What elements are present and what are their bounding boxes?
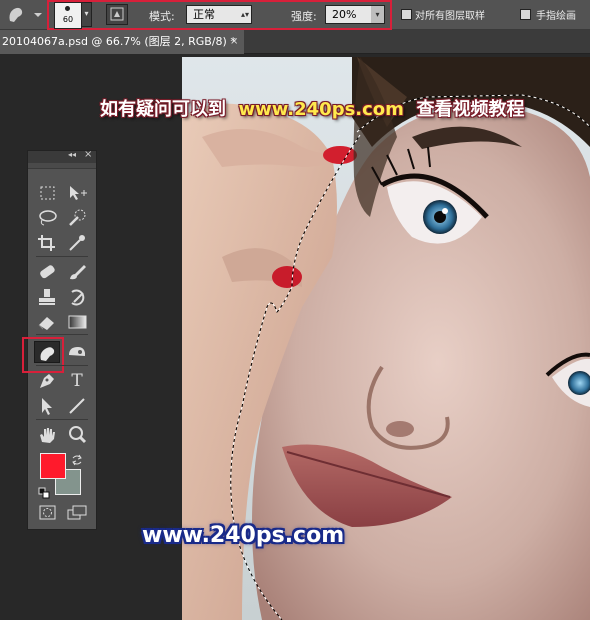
tools-panel: ◂◂ × T <box>22 149 97 530</box>
hand-tool-icon[interactable] <box>34 424 60 446</box>
marquee-tool-icon[interactable] <box>34 182 60 204</box>
tools-divider <box>36 365 88 366</box>
banner-suffix: 查看视频教程 <box>416 99 525 120</box>
crop-tool-icon[interactable] <box>34 232 60 254</box>
history-brush-tool-icon[interactable] <box>64 286 90 308</box>
finger-painting-checkbox[interactable] <box>520 9 531 20</box>
brush-size-picker[interactable]: 60 <box>54 2 82 29</box>
brush-size-value: 60 <box>62 15 74 24</box>
chevron-down-icon: ▾ <box>371 6 384 23</box>
mode-dropdown[interactable]: 正常 ▴▾ <box>186 5 252 24</box>
foreground-color-swatch[interactable] <box>40 453 66 479</box>
smudge-preset-icon <box>9 7 42 22</box>
quick-mask-icon[interactable] <box>34 502 60 524</box>
eyedropper-tool-icon[interactable] <box>64 232 90 254</box>
move-tool-icon[interactable] <box>64 182 90 204</box>
document-title: 20104067a.psd @ 66.7% (图层 2, RGB/8) * <box>2 35 236 48</box>
chevron-updown-icon: ▴▾ <box>240 10 249 19</box>
quick-selection-tool-icon[interactable] <box>64 207 90 229</box>
tools-divider <box>36 256 88 257</box>
gradient-tool-icon[interactable] <box>64 311 90 333</box>
brush-picker-dropdown[interactable]: ▾ <box>81 2 92 27</box>
document-tab-bar: 20104067a.psd @ 66.7% (图层 2, RGB/8) * × <box>0 30 590 54</box>
brush-tool-icon[interactable] <box>64 261 90 283</box>
sample-all-layers-checkbox[interactable] <box>401 9 412 20</box>
mode-value: 正常 <box>193 8 215 21</box>
swap-colors-icon[interactable] <box>71 451 83 466</box>
tools-panel-header[interactable]: ◂◂ × <box>28 149 96 163</box>
banner-prefix: 如有疑问可以到 <box>100 99 226 120</box>
tools-panel-grip[interactable] <box>28 163 96 169</box>
close-icon[interactable]: × <box>230 30 238 54</box>
document-tab[interactable]: 20104067a.psd @ 66.7% (图层 2, RGB/8) * <box>0 30 244 54</box>
type-tool-glyph: T <box>71 371 83 391</box>
default-colors-icon[interactable] <box>38 484 50 499</box>
strength-label: 强度: <box>291 10 317 23</box>
strength-value: 20% <box>332 8 357 21</box>
finger-painting-label: 手指绘画 <box>536 11 576 22</box>
tools-divider <box>36 334 88 335</box>
clone-stamp-tool-icon[interactable] <box>34 286 60 308</box>
collapse-icon[interactable]: ◂◂ <box>68 150 76 159</box>
tools-divider <box>36 419 88 420</box>
close-icon[interactable]: × <box>84 149 92 160</box>
options-bar: 60 ▾ 模式: 正常 ▴▾ 强度: 20% ▾ 对所有图层取样 手指绘画 <box>0 0 590 30</box>
smudge-tool-icon[interactable] <box>34 341 60 363</box>
brush-tip-icon <box>65 6 70 11</box>
brush-panel-icon <box>110 7 124 21</box>
lasso-tool-icon[interactable] <box>34 207 60 229</box>
zoom-tool-icon[interactable] <box>64 424 90 446</box>
screen-mode-icon[interactable] <box>64 502 90 524</box>
dodge-tool-icon[interactable] <box>64 341 90 363</box>
line-tool-icon[interactable] <box>64 395 90 417</box>
sample-all-layers-label: 对所有图层取样 <box>415 11 485 22</box>
mode-label: 模式: <box>149 10 175 23</box>
strength-field[interactable]: 20% ▾ <box>325 5 385 24</box>
path-selection-tool-icon[interactable] <box>34 395 60 417</box>
healing-brush-tool-icon[interactable] <box>34 261 60 283</box>
type-tool-icon[interactable]: T <box>64 370 90 392</box>
banner-url: www.240ps.com <box>238 99 404 120</box>
watermark-url: www.240ps.com <box>142 523 345 548</box>
tool-preset-picker[interactable] <box>4 3 44 27</box>
brush-panel-toggle[interactable] <box>106 4 128 25</box>
eraser-tool-icon[interactable] <box>34 311 60 333</box>
pen-tool-icon[interactable] <box>34 370 60 392</box>
tutorial-banner: 如有疑问可以到 www.240ps.com 查看视频教程 <box>100 95 524 121</box>
